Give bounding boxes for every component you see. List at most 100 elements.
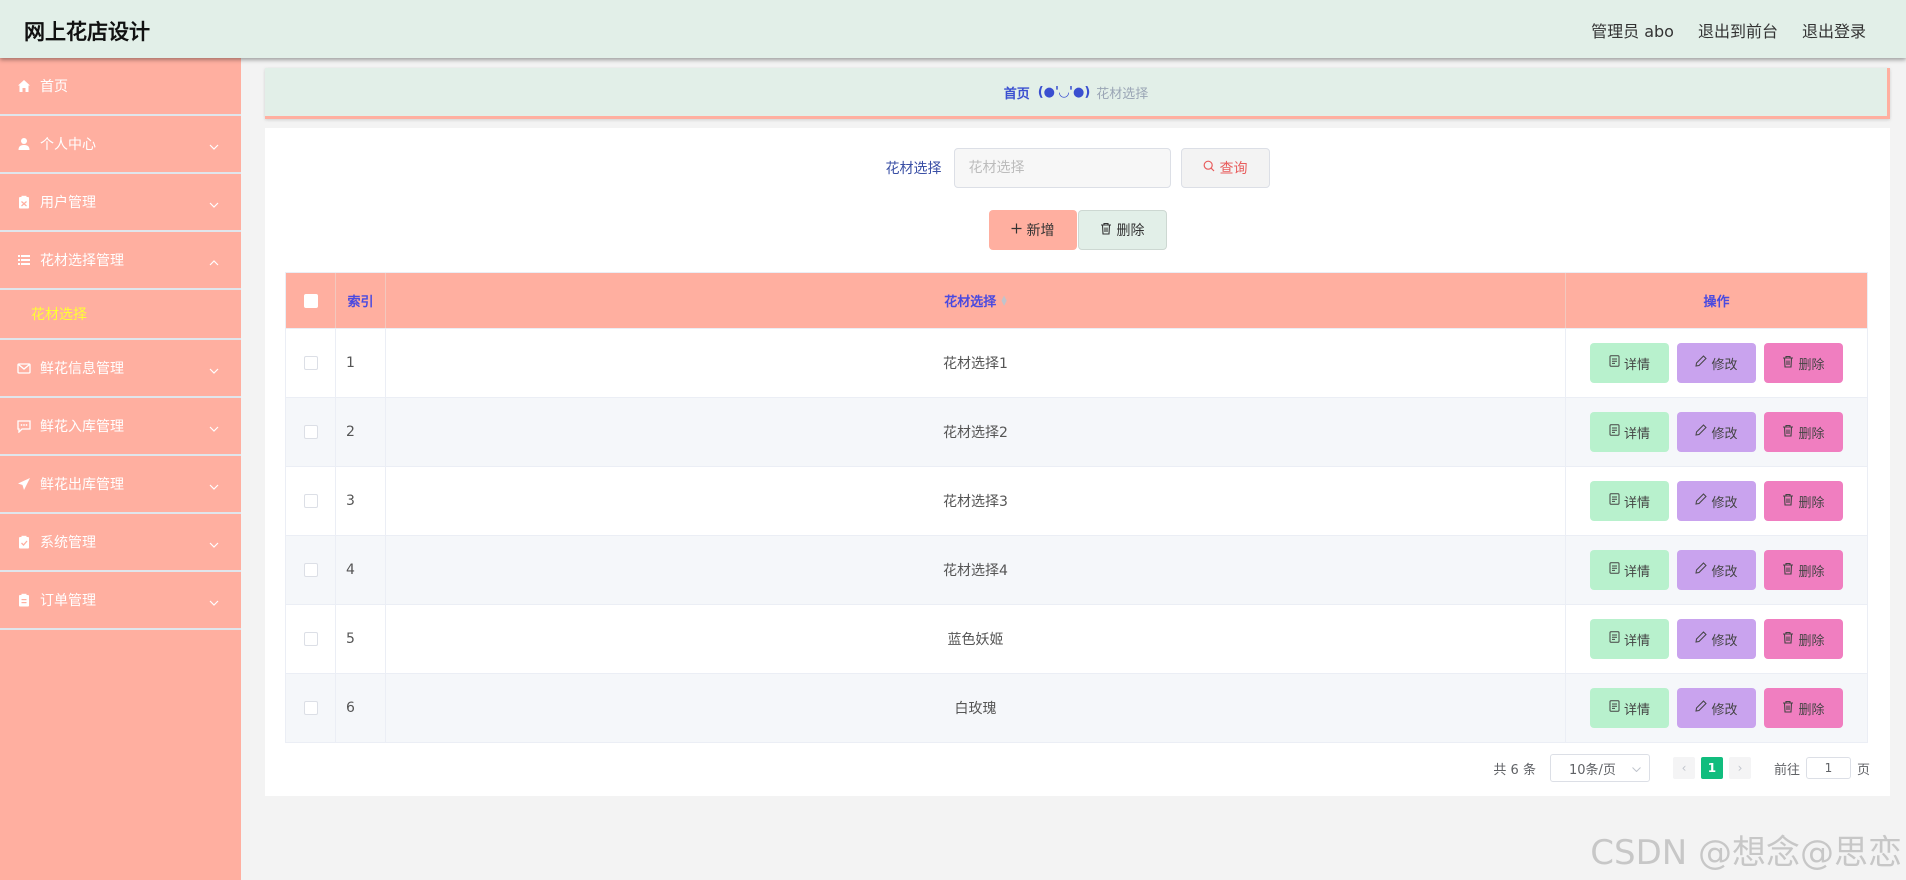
row-checkbox[interactable] [303, 563, 318, 577]
logout-link[interactable]: 退出登录 [1802, 18, 1866, 42]
delete-button[interactable]: 删除 [1764, 688, 1843, 728]
search-input[interactable] [953, 148, 1171, 188]
row-checkbox[interactable] [303, 632, 318, 646]
sidebar-item-material-management[interactable]: 花材选择管理 [0, 232, 241, 290]
delete-button[interactable]: 删除 [1764, 412, 1843, 452]
row-checkbox[interactable] [303, 494, 318, 508]
row-select-cell [286, 398, 336, 466]
top-header: 网上花店设计 管理员 abo 退出到前台 退出登录 [0, 0, 1906, 58]
table-header: 索引 花材选择 ▲ ▼ 操作 [286, 273, 1867, 328]
sidebar-item-home[interactable]: 首页 [0, 58, 241, 116]
table-row: 2 花材选择2 详情 修改 删除 [286, 397, 1867, 466]
delete-button[interactable]: 删除 [1764, 619, 1843, 659]
detail-label: 详情 [1623, 633, 1650, 649]
detail-button[interactable]: 详情 [1590, 688, 1669, 728]
goto-page-input[interactable] [1805, 757, 1851, 779]
sidebar-item-label: 花材选择管理 [40, 253, 124, 269]
content-panel: 花材选择 查询 新增 删除 索引 [265, 128, 1890, 796]
sidebar-item-label: 订单管理 [40, 593, 96, 609]
header-index: 索引 [336, 273, 386, 328]
row-checkbox[interactable] [303, 701, 318, 715]
sidebar-item-users[interactable]: 用户管理 [0, 174, 241, 232]
delete-label: 删除 [1798, 495, 1825, 511]
sidebar-item-flower-info[interactable]: 鲜花信息管理 [0, 340, 241, 398]
query-button-label: 查询 [1219, 161, 1248, 177]
row-index: 4 [336, 536, 386, 604]
row-index: 1 [336, 329, 386, 397]
edit-button[interactable]: 修改 [1677, 688, 1756, 728]
watermark: CSDN @想念@思恋 [1590, 833, 1902, 873]
sidebar-item-profile[interactable]: 个人中心 [0, 116, 241, 174]
delete-button[interactable]: 删除 [1764, 343, 1843, 383]
clipboard-icon [16, 592, 32, 608]
delete-button[interactable]: 删除 [1764, 481, 1843, 521]
edit-button[interactable]: 修改 [1677, 619, 1756, 659]
sidebar-item-label: 鲜花信息管理 [40, 361, 124, 377]
chevron-down-icon [209, 362, 219, 378]
bulk-delete-button[interactable]: 删除 [1077, 210, 1167, 250]
sidebar-item-label: 鲜花出库管理 [40, 477, 124, 493]
table-row: 5 蓝色妖姬 详情 修改 删除 [286, 604, 1867, 673]
prev-page-button[interactable]: ‹ [1672, 757, 1695, 779]
goto-prefix: 前往 [1773, 762, 1800, 778]
detail-label: 详情 [1623, 357, 1650, 373]
table-row: 4 花材选择4 详情 修改 删除 [286, 535, 1867, 604]
sidebar-item-system[interactable]: 系统管理 [0, 514, 241, 572]
pencil-icon [1695, 700, 1708, 716]
chevron-right-icon: › [1737, 761, 1743, 775]
plus-icon [1011, 222, 1022, 238]
add-button[interactable]: 新增 [988, 210, 1077, 250]
trash-icon [1782, 493, 1794, 510]
sidebar-item-stock-in[interactable]: 鲜花入库管理 [0, 398, 241, 456]
sidebar-item-label: 鲜花入库管理 [40, 419, 124, 435]
sidebar-subitem-material[interactable]: 花材选择 [0, 290, 241, 340]
select-all-checkbox[interactable] [303, 293, 318, 308]
row-ops: 详情 修改 删除 [1566, 536, 1867, 604]
search-label: 花材选择 [885, 161, 942, 177]
pencil-icon [1695, 562, 1708, 578]
data-table: 索引 花材选择 ▲ ▼ 操作 1 花材选择1 详情 修改 删除 2 花材选择2 详… [285, 272, 1868, 743]
app-title: 网上花店设计 [24, 20, 150, 44]
detail-button[interactable]: 详情 [1590, 550, 1669, 590]
row-checkbox[interactable] [303, 356, 318, 370]
mail-icon [16, 360, 32, 376]
chevron-left-icon: ‹ [1681, 761, 1687, 775]
sidebar-item-label: 首页 [40, 79, 68, 95]
detail-button[interactable]: 详情 [1590, 481, 1669, 521]
delete-label: 删除 [1798, 357, 1825, 373]
document-icon [1609, 631, 1620, 647]
sidebar-item-stock-out[interactable]: 鲜花出库管理 [0, 456, 241, 514]
row-name: 蓝色妖姬 [386, 605, 1566, 673]
next-page-button[interactable]: › [1728, 757, 1751, 779]
document-icon [1609, 700, 1620, 716]
chevron-up-icon [209, 254, 219, 270]
chevron-down-icon [209, 594, 219, 610]
query-button[interactable]: 查询 [1180, 148, 1270, 188]
detail-button[interactable]: 详情 [1590, 343, 1669, 383]
edit-button[interactable]: 修改 [1677, 550, 1756, 590]
edit-button[interactable]: 修改 [1677, 412, 1756, 452]
sidebar-item-label: 个人中心 [40, 137, 96, 153]
delete-button[interactable]: 删除 [1764, 550, 1843, 590]
header-name[interactable]: 花材选择 ▲ ▼ [386, 273, 1566, 328]
row-select-cell [286, 536, 336, 604]
row-name: 白玫瑰 [386, 674, 1566, 742]
page-size-select[interactable]: 10条/页 [1549, 754, 1650, 782]
sidebar-item-label: 系统管理 [40, 535, 96, 551]
row-name: 花材选择1 [386, 329, 1566, 397]
breadcrumb-home[interactable]: 首页 [1004, 83, 1030, 102]
edit-button[interactable]: 修改 [1677, 343, 1756, 383]
detail-label: 详情 [1623, 702, 1650, 718]
back-to-front-link[interactable]: 退出到前台 [1698, 18, 1778, 42]
sidebar-item-orders[interactable]: 订单管理 [0, 572, 241, 630]
row-checkbox[interactable] [303, 425, 318, 439]
delete-label: 删除 [1798, 702, 1825, 718]
row-index: 6 [336, 674, 386, 742]
edit-button[interactable]: 修改 [1677, 481, 1756, 521]
detail-button[interactable]: 详情 [1590, 619, 1669, 659]
sort-icon[interactable]: ▲ ▼ [1001, 294, 1006, 306]
detail-button[interactable]: 详情 [1590, 412, 1669, 452]
document-icon [1609, 424, 1620, 440]
row-name: 花材选择4 [386, 536, 1566, 604]
page-number-current[interactable]: 1 [1700, 757, 1723, 779]
